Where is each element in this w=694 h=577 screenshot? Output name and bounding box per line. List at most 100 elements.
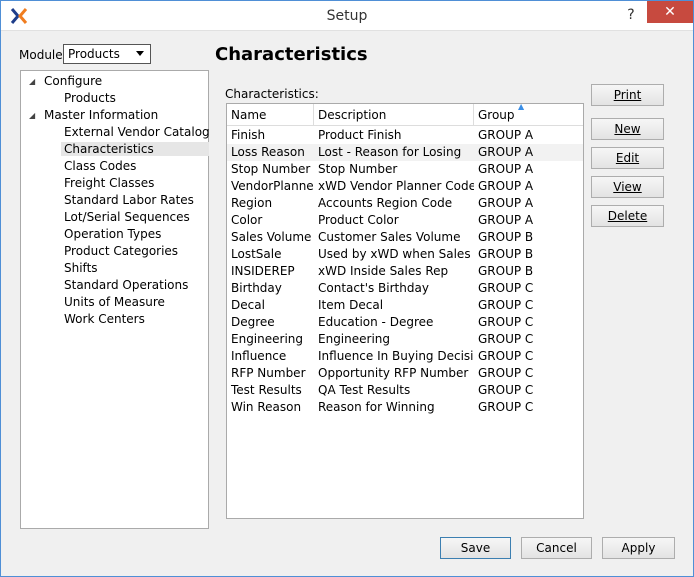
table-row[interactable]: VendorPlanner xWD Vendor Planner Code GROU… — [227, 178, 583, 195]
apply-button[interactable]: Apply — [602, 537, 675, 559]
cell-name: Birthday — [231, 281, 282, 295]
table-row[interactable]: Loss Reason Lost - Reason for Losing GROUP… — [227, 144, 583, 161]
tree-item-product-categories[interactable]: Product Categories — [64, 244, 178, 258]
column-header-group-label: Group — [478, 108, 515, 122]
cell-description: Accounts Region Code — [318, 196, 453, 210]
cell-description: Contact's Birthday — [318, 281, 429, 295]
tree-item-work-centers[interactable]: Work Centers — [64, 312, 145, 326]
help-button[interactable]: ? — [621, 5, 641, 25]
table-row[interactable]: Finish Product Finish GROUP A — [227, 127, 583, 144]
cancel-button[interactable]: Cancel — [521, 537, 592, 559]
cell-group: GROUP C — [478, 366, 534, 380]
new-button[interactable]: New — [591, 118, 664, 140]
table-row[interactable]: Test Results QA Test Results GROUP C — [227, 382, 583, 399]
print-button-label: Print — [613, 88, 642, 102]
table-label: Characteristics: — [225, 87, 319, 101]
cell-description: Product Color — [318, 213, 399, 227]
window-title: Setup — [326, 8, 368, 24]
table-row[interactable]: Birthday Contact's Birthday GROUP C — [227, 280, 583, 297]
cell-group: GROUP A — [478, 162, 534, 176]
cell-group: GROUP A — [478, 213, 534, 227]
close-button[interactable]: ✕ — [647, 1, 693, 23]
tree-item-freight-classes[interactable]: Freight Classes — [64, 176, 154, 190]
cell-name: Win Reason — [231, 400, 302, 414]
tree-item-class-codes[interactable]: Class Codes — [64, 159, 136, 173]
cell-name: Finish — [231, 128, 266, 142]
table-row[interactable]: Decal Item Decal GROUP C — [227, 297, 583, 314]
table-row[interactable]: Stop Number Stop Number GROUP A — [227, 161, 583, 178]
table-row[interactable]: Color Product Color GROUP A — [227, 212, 583, 229]
tree-item-standard-labor-rates[interactable]: Standard Labor Rates — [64, 193, 194, 207]
tree-item-shifts[interactable]: Shifts — [64, 261, 98, 275]
edit-button[interactable]: Edit — [591, 147, 664, 169]
new-button-label: New — [614, 122, 641, 136]
column-header-description[interactable]: Description — [314, 104, 474, 126]
cell-name: Influence — [231, 349, 287, 363]
module-label: Module: — [19, 48, 67, 62]
table-row[interactable]: RFP Number Opportunity RFP Number GROUP C — [227, 365, 583, 382]
table-row[interactable]: Sales Volume Customer Sales Volume GROUP B — [227, 229, 583, 246]
cell-description: Lost - Reason for Losing — [318, 145, 462, 159]
module-select-value: Products — [68, 47, 120, 61]
cell-description: Customer Sales Volume — [318, 230, 461, 244]
tree-item-operation-types[interactable]: Operation Types — [64, 227, 161, 241]
table-row[interactable]: LostSale Used by xWD when Sales O... GROUP… — [227, 246, 583, 263]
cell-description: Used by xWD when Sales O... — [318, 247, 474, 261]
tree-item-products[interactable]: Products — [64, 91, 116, 105]
cell-name: LostSale — [231, 247, 282, 261]
save-button[interactable]: Save — [440, 537, 511, 559]
cell-group: GROUP A — [478, 128, 534, 142]
tree-node-master-information[interactable]: Master Information — [44, 108, 158, 122]
tree-item-characteristics[interactable]: Characteristics — [61, 142, 209, 156]
cell-group: GROUP A — [478, 196, 534, 210]
print-button[interactable]: Print — [591, 84, 664, 106]
cell-description: Opportunity RFP Number — [318, 366, 469, 380]
table-row[interactable]: Win Reason Reason for Winning GROUP C — [227, 399, 583, 416]
cell-name: INSIDEREP — [231, 264, 295, 278]
cell-group: GROUP B — [478, 230, 534, 244]
characteristics-table[interactable]: Name Description Group ▲ Finish Product F… — [226, 102, 584, 519]
cell-description: Education - Degree — [318, 315, 434, 329]
tree-item-standard-operations[interactable]: Standard Operations — [64, 278, 188, 292]
cell-name: Engineering — [231, 332, 303, 346]
cell-group: GROUP C — [478, 281, 534, 295]
cell-name: Test Results — [231, 383, 302, 397]
title-bar: Setup ? ✕ — [1, 1, 693, 31]
tree-node-configure[interactable]: Configure — [44, 74, 102, 88]
cell-name: RFP Number — [231, 366, 306, 380]
table-header: Name Description Group ▲ — [227, 102, 583, 126]
cell-group: GROUP B — [478, 264, 534, 278]
navigation-tree[interactable]: ◢ Configure Products ◢ Master Informatio… — [20, 70, 210, 529]
tree-item-units-of-measure[interactable]: Units of Measure — [64, 295, 165, 309]
cell-description: Product Finish — [318, 128, 402, 142]
cell-group: GROUP C — [478, 349, 534, 363]
column-header-name[interactable]: Name — [227, 104, 314, 126]
chevron-down-icon — [136, 51, 144, 56]
cell-group: GROUP C — [478, 383, 534, 397]
delete-button-label: Delete — [607, 209, 648, 223]
expand-triangle-icon[interactable]: ◢ — [29, 77, 35, 86]
cell-name: Region — [231, 196, 273, 210]
table-row[interactable]: Degree Education - Degree GROUP C — [227, 314, 583, 331]
cell-name: Color — [231, 213, 263, 227]
cell-name: Stop Number — [231, 162, 311, 176]
module-select[interactable]: Products — [63, 44, 151, 64]
view-button[interactable]: View — [591, 176, 664, 198]
table-row[interactable]: Engineering Engineering GROUP C — [227, 331, 583, 348]
expand-triangle-icon[interactable]: ◢ — [29, 111, 35, 120]
delete-button[interactable]: Delete — [591, 205, 664, 227]
table-row[interactable]: INSIDEREP xWD Inside Sales Rep GROUP B — [227, 263, 583, 280]
cell-name: VendorPlanner — [231, 179, 314, 193]
cell-group: GROUP C — [478, 332, 534, 346]
tree-item-external-vendor-catalog[interactable]: External Vendor Catalog — [64, 125, 210, 139]
view-button-label: View — [613, 180, 642, 194]
cell-description: Reason for Winning — [318, 400, 435, 414]
cell-name: Decal — [231, 298, 265, 312]
tree-item-lot-serial-sequences[interactable]: Lot/Serial Sequences — [64, 210, 190, 224]
table-row[interactable]: Influence Influence In Buying Decisio... G… — [227, 348, 583, 365]
cell-name: Loss Reason — [231, 145, 305, 159]
table-row[interactable]: Region Accounts Region Code GROUP A — [227, 195, 583, 212]
cell-description: xWD Inside Sales Rep — [318, 264, 449, 278]
column-header-group[interactable]: Group ▲ — [474, 102, 583, 126]
cell-description: Stop Number — [318, 162, 398, 176]
